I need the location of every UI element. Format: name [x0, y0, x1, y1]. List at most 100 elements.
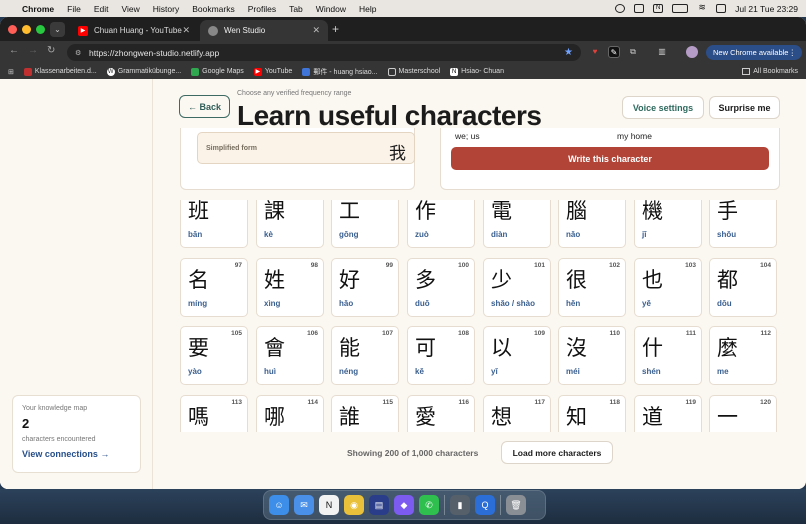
menu-chrome[interactable]: Chrome: [22, 4, 54, 14]
character-card[interactable]: 116 愛: [407, 395, 475, 432]
bookmark-mail[interactable]: 郵件 - huang hsiao...: [302, 67, 378, 77]
view-connections-link[interactable]: View connections →: [22, 449, 131, 459]
tab-wen-studio[interactable]: Wen Studio ✕: [200, 20, 328, 41]
whatsapp-icon[interactable]: ✆: [419, 495, 439, 515]
menu-file[interactable]: File: [67, 4, 81, 14]
menu-window[interactable]: Window: [316, 4, 346, 14]
screen-recording-icon[interactable]: [615, 4, 626, 13]
surprise-me-button[interactable]: Surprise me: [709, 96, 780, 119]
load-more-button[interactable]: Load more characters: [501, 441, 613, 464]
tab-youtube[interactable]: ▶ Chuan Huang - YouTube ✕: [70, 20, 198, 41]
extensions-puzzle-icon[interactable]: ⧉: [627, 46, 639, 58]
menu-edit[interactable]: Edit: [94, 4, 109, 14]
launcher-icon[interactable]: ▮: [450, 495, 470, 515]
menu-history[interactable]: History: [153, 4, 179, 14]
character-card[interactable]: 96手shǒu: [709, 200, 777, 248]
back-arrow-icon[interactable]: ←: [9, 45, 19, 56]
pinyin: néng: [339, 367, 359, 376]
character-card[interactable]: 106 會 huì: [256, 326, 324, 385]
character-card[interactable]: 102 很 hěn: [558, 258, 626, 317]
bookmark-klassenarbeiten[interactable]: Klassenarbeiten.d...: [23, 67, 97, 76]
character-card[interactable]: 118 知: [558, 395, 626, 432]
character-card[interactable]: 115 誰: [331, 395, 399, 432]
new-chrome-available-button[interactable]: New Chrome available ⋮: [706, 45, 802, 60]
finder-icon[interactable]: ☺: [269, 495, 289, 515]
menu-tab[interactable]: Tab: [289, 4, 303, 14]
bookmark-grammatik[interactable]: W Grammatikübunge...: [106, 67, 181, 76]
menu-view[interactable]: View: [121, 4, 139, 14]
bookmark-youtube[interactable]: ▶ YouTube: [253, 67, 292, 76]
menu-profiles[interactable]: Profiles: [248, 4, 276, 14]
character-card[interactable]: 120 一: [709, 395, 777, 432]
notion-status-icon[interactable]: N: [653, 4, 664, 13]
control-center-icon[interactable]: [716, 4, 727, 13]
character-card[interactable]: 91工gōng: [331, 200, 399, 248]
character-card[interactable]: 110 沒 méi: [558, 326, 626, 385]
clock[interactable]: Jul 21 Tue 23:29: [735, 4, 798, 14]
trash-icon[interactable]: 🗑: [506, 495, 526, 515]
example-text: my home: [617, 131, 652, 141]
character-card[interactable]: 95機jī: [634, 200, 702, 248]
menu-bookmarks[interactable]: Bookmarks: [192, 4, 235, 14]
character-card[interactable]: 94腦nǎo: [558, 200, 626, 248]
side-panel-icon[interactable]: ▥: [656, 46, 668, 58]
address-bar[interactable]: ⚙ https://zhongwen-studio.netlify.app ★: [67, 44, 581, 61]
pen-extension-icon[interactable]: ✎: [608, 46, 620, 58]
character-card[interactable]: 108 可 kě: [407, 326, 475, 385]
character-card[interactable]: 101 少 shǎo / shào: [483, 258, 551, 317]
site-settings-icon[interactable]: ⚙: [75, 49, 85, 57]
new-tab-plus-icon[interactable]: +: [332, 22, 339, 36]
character-card[interactable]: 104 都 dōu: [709, 258, 777, 317]
character-card[interactable]: 93電diàn: [483, 200, 551, 248]
character-card[interactable]: 99 好 hǎo: [331, 258, 399, 317]
character-card[interactable]: 100 多 duō: [407, 258, 475, 317]
chrome-icon[interactable]: ◉: [344, 495, 364, 515]
close-tab-icon[interactable]: ✕: [312, 25, 320, 36]
bookmark-google-maps[interactable]: Google Maps: [191, 67, 244, 76]
profile-avatar-icon[interactable]: [686, 46, 698, 58]
voice-settings-button[interactable]: Voice settings: [622, 96, 704, 119]
character-card[interactable]: 112 麼 me: [709, 326, 777, 385]
character-card[interactable]: 113 嗎: [180, 395, 248, 432]
character-card[interactable]: 89班bān: [180, 200, 248, 248]
character-card[interactable]: 97 名 míng: [180, 258, 248, 317]
battery-icon[interactable]: [672, 4, 689, 13]
bookmark-masterschool[interactable]: Masterschool: [387, 67, 440, 76]
files-icon[interactable]: ▤: [369, 495, 389, 515]
pinyin: yě: [642, 299, 651, 308]
wifi-icon[interactable]: ≋: [697, 3, 707, 13]
reload-icon[interactable]: ↻: [47, 45, 55, 56]
quicktime-icon[interactable]: Q: [475, 495, 495, 515]
character-card[interactable]: 92作zuò: [407, 200, 475, 248]
extension-status-icon[interactable]: [634, 4, 645, 13]
back-button[interactable]: ← Back: [179, 95, 230, 118]
bookmark-hsiao-chuan[interactable]: N Hsiao- Chuan: [450, 67, 504, 76]
character-card[interactable]: 119 道: [634, 395, 702, 432]
character-card[interactable]: 107 能 néng: [331, 326, 399, 385]
messenger-icon[interactable]: ◆: [394, 495, 414, 515]
character-card[interactable]: 114 哪: [256, 395, 324, 432]
shield-extension-icon[interactable]: ♥: [589, 46, 601, 58]
minimize-window-button[interactable]: [22, 25, 31, 34]
character-card[interactable]: 98 姓 xìng: [256, 258, 324, 317]
apps-grid-icon[interactable]: ⊞: [8, 68, 14, 76]
character-card[interactable]: 105 要 yào: [180, 326, 248, 385]
bookmark-star-icon[interactable]: ★: [564, 47, 573, 58]
character-card[interactable]: 90課kè: [256, 200, 324, 248]
character-card[interactable]: 117 想: [483, 395, 551, 432]
character-card[interactable]: 109 以 yǐ: [483, 326, 551, 385]
character-card[interactable]: 111 什 shén: [634, 326, 702, 385]
menu-help[interactable]: Help: [359, 4, 376, 14]
all-bookmarks[interactable]: All Bookmarks: [742, 68, 798, 75]
close-window-button[interactable]: [8, 25, 17, 34]
mail-icon[interactable]: ✉: [294, 495, 314, 515]
close-tab-icon[interactable]: ✕: [182, 25, 190, 36]
forward-arrow-icon[interactable]: →: [28, 45, 38, 56]
url-text[interactable]: https://zhongwen-studio.netlify.app: [89, 48, 219, 58]
more-vertical-icon[interactable]: ⋮: [789, 48, 797, 57]
zoom-window-button[interactable]: [36, 25, 45, 34]
character-card[interactable]: 103 也 yě: [634, 258, 702, 317]
write-character-button[interactable]: Write this character: [451, 147, 769, 170]
tab-search-chevron-icon[interactable]: ⌄: [50, 22, 65, 37]
notion-icon[interactable]: N: [319, 495, 339, 515]
